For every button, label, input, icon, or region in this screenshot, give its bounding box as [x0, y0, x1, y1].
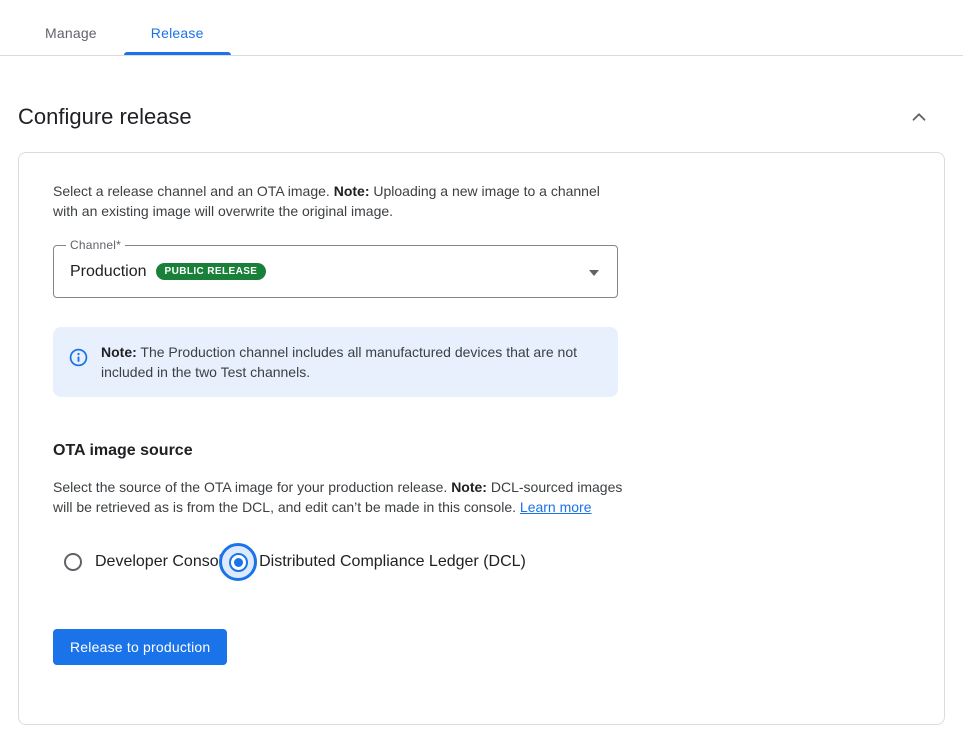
- channel-select[interactable]: Channel* Production PUBLIC RELEASE: [53, 245, 618, 298]
- note-box: Note: The Production channel includes al…: [53, 327, 618, 397]
- ota-source-radio-group: Developer Console Distributed Compliance…: [64, 543, 944, 581]
- ota-source-description: Select the source of the OTA image for y…: [53, 477, 631, 517]
- radio-selected-icon[interactable]: [219, 543, 257, 581]
- note-box-label: Note:: [101, 344, 137, 360]
- ota-desc-note-label: Note:: [451, 479, 487, 495]
- release-to-production-button[interactable]: Release to production: [53, 629, 227, 665]
- intro-text: Select a release channel and an OTA imag…: [53, 181, 625, 221]
- section-header: Configure release: [0, 56, 963, 131]
- ota-source-title: OTA image source: [53, 442, 944, 460]
- note-box-text: Note: The Production channel includes al…: [101, 342, 581, 382]
- ota-desc-prefix: Select the source of the OTA image for y…: [53, 479, 451, 495]
- radio-option-dcl[interactable]: Distributed Compliance Ledger (DCL): [219, 543, 526, 581]
- configure-release-card: Select a release channel and an OTA imag…: [18, 152, 945, 725]
- info-icon: [69, 348, 88, 382]
- note-box-body: The Production channel includes all manu…: [101, 344, 577, 380]
- learn-more-link[interactable]: Learn more: [520, 499, 592, 515]
- tab-release[interactable]: Release: [124, 13, 231, 55]
- radio-label-developer-console: Developer Console: [95, 553, 231, 571]
- intro-prefix: Select a release channel and an OTA imag…: [53, 183, 334, 199]
- public-release-badge: PUBLIC RELEASE: [156, 263, 267, 280]
- channel-field-label: Channel*: [66, 238, 125, 252]
- radio-unselected-icon[interactable]: [64, 553, 82, 571]
- intro-note-label: Note:: [334, 183, 370, 199]
- radio-selected-ring: [229, 553, 248, 572]
- radio-option-developer-console[interactable]: Developer Console: [64, 553, 231, 571]
- tab-manage[interactable]: Manage: [18, 13, 124, 55]
- collapse-section-button[interactable]: [905, 103, 933, 131]
- dropdown-arrow-icon[interactable]: [589, 270, 599, 276]
- page-title: Configure release: [18, 104, 192, 130]
- radio-selected-dot: [234, 558, 243, 567]
- tab-bar: Manage Release: [0, 0, 963, 56]
- channel-selected-value: Production: [70, 263, 147, 281]
- chevron-up-icon: [908, 106, 930, 128]
- radio-label-dcl: Distributed Compliance Ledger (DCL): [259, 553, 526, 571]
